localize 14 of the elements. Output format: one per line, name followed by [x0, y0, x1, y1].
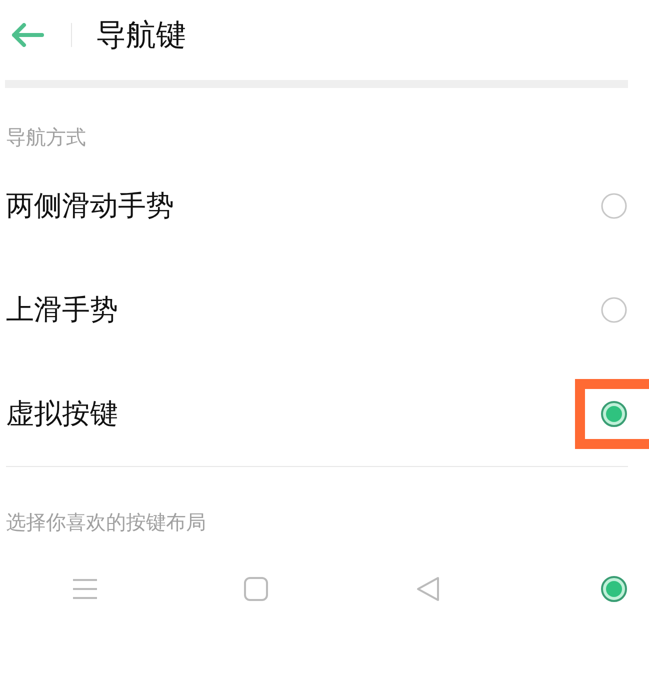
option-label: 虚拟按键: [6, 396, 118, 432]
page-title: 导航键: [96, 16, 186, 54]
triangle-icon: [415, 575, 441, 603]
radio-button[interactable]: [600, 296, 628, 324]
section-label: 导航方式: [5, 124, 87, 151]
option-label: 上滑手势: [6, 292, 118, 328]
section-label: 选择你喜欢的按键布局: [5, 509, 207, 536]
menu-icon: [72, 578, 98, 600]
back-arrow-icon[interactable]: [10, 23, 44, 47]
option-label: 两侧滑动手势: [6, 188, 174, 224]
radio-button[interactable]: [600, 400, 628, 428]
radio-button[interactable]: [600, 575, 628, 603]
radio-button[interactable]: [600, 192, 628, 220]
square-icon: [243, 576, 269, 602]
